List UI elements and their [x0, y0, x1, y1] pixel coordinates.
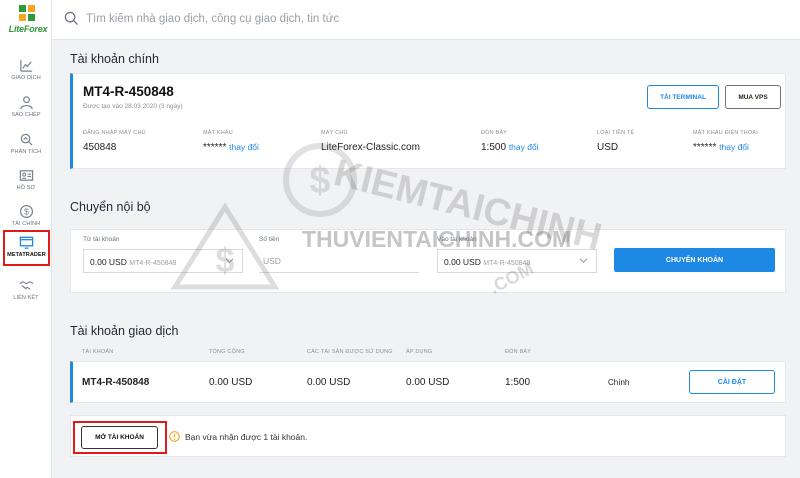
field-value: 450848 [83, 142, 117, 153]
chart-line-icon [19, 59, 32, 72]
monitor-icon [19, 236, 34, 249]
column-header-applied: ÁP DỤNG [406, 349, 433, 355]
logo-mark-icon [19, 5, 35, 21]
from-account-id: MT4-R-450848 [129, 260, 177, 267]
field-phone-password: MẬT KHẨU ĐIỆN THOẠI ****** thay đổi [693, 130, 758, 153]
sidebar-item-label: SAO CHÉP [11, 112, 41, 118]
main-account-card: MT4-R-450848 Được tạo vào 28.03.2020 (3 … [70, 73, 786, 169]
field-value: 1:500 [481, 142, 507, 153]
buy-vps-button[interactable]: MUA VPS [725, 85, 781, 109]
amount-unit: USD [263, 256, 281, 266]
sidebar-item-label: TÀI CHÍNH [11, 221, 41, 227]
column-header-leverage: ĐÒN BẨY [505, 349, 532, 355]
sidebar-item-metatrader[interactable]: METATRADER [3, 230, 50, 266]
chevron-down-icon [225, 258, 234, 264]
main-account-title: Tài khoản chính [70, 52, 159, 66]
top-bar [52, 0, 800, 40]
row-leverage: 1:500 [505, 377, 531, 388]
sidebar-item-label: LIÊN KẾT [13, 295, 39, 301]
dollar-circle-icon: $ [19, 204, 33, 219]
change-phone-password-link[interactable]: thay đổi [719, 142, 749, 152]
row-status: Chính [608, 378, 630, 387]
sidebar: LiteForex GIAO DỊCH SAO CHÉP PHÂN TÍCH H… [0, 0, 52, 478]
change-password-link[interactable]: thay đổi [229, 142, 259, 152]
row-used: 0.00 USD [307, 377, 351, 388]
column-header-total: TỔNG CỘNG [209, 349, 245, 355]
field-label: ĐÒN BẨY [481, 130, 508, 136]
field-value: USD [597, 142, 619, 153]
field-label: MÁY CHỦ [321, 130, 348, 136]
to-account-select[interactable]: 0.00 USD MT4-R-450848 [437, 249, 597, 273]
to-account-label: Vào tài khoản [437, 236, 477, 243]
field-label: LOẠI TIỀN TỆ [597, 130, 635, 136]
sidebar-item-analysis[interactable]: PHÂN TÍCH [0, 132, 52, 166]
sidebar-item-label: PHÂN TÍCH [10, 149, 42, 155]
field-currency: LOẠI TIỀN TỆ USD [597, 130, 634, 153]
logo[interactable]: LiteForex [4, 4, 50, 38]
sidebar-item-copy[interactable]: SAO CHÉP [0, 95, 52, 129]
amount-label: Số tiền [259, 236, 280, 243]
change-leverage-link[interactable]: thay đổi [509, 142, 539, 152]
settings-button[interactable]: CÀI ĐẶT [689, 370, 775, 394]
column-header-account: TÀI KHOẢN [82, 349, 114, 355]
search-icon [64, 11, 79, 26]
from-account-select[interactable]: 0.00 USD MT4-R-450848 [83, 249, 243, 273]
from-account-label: Từ tài khoản [83, 236, 120, 243]
to-account-id: MT4-R-450848 [483, 260, 531, 267]
amount-input[interactable]: USD [259, 249, 419, 273]
sidebar-item-profile[interactable]: HỒ SƠ [0, 168, 52, 202]
field-label: MẬT KHẨU [203, 130, 233, 136]
sidebar-item-label: HỒ SƠ [16, 185, 36, 191]
open-account-card: MỞ TÀI KHOẢN Bạn vừa nhận được 1 tài kho… [70, 415, 786, 457]
transfer-title: Chuyển nội bộ [70, 200, 151, 214]
field-password: MẬT KHẨU ****** thay đổi [203, 130, 259, 153]
field-label: MẬT KHẨU ĐIỆN THOẠI [693, 130, 759, 136]
row-applied: 0.00 USD [406, 377, 450, 388]
account-created-date: Được tạo vào 28.03.2020 (3 ngày) [83, 103, 183, 110]
handshake-icon [19, 281, 33, 290]
chevron-down-icon [579, 258, 588, 264]
open-account-button[interactable]: MỞ TÀI KHOẢN [81, 426, 158, 449]
table-row: MT4-R-450848 0.00 USD 0.00 USD 0.00 USD … [70, 361, 786, 403]
field-leverage: ĐÒN BẨY 1:500 thay đổi [481, 130, 539, 153]
field-label: ĐĂNG NHẬP MÁY CHỦ [83, 130, 146, 136]
logo-text: LiteForex [8, 24, 48, 34]
analytics-icon [20, 133, 33, 146]
download-terminal-button[interactable]: TẢI TERMINAL [647, 85, 719, 109]
sidebar-item-trading[interactable]: GIAO DỊCH [0, 58, 52, 92]
id-card-icon [19, 170, 33, 181]
sidebar-item-affiliate[interactable]: LIÊN KẾT [0, 278, 52, 312]
from-amount: 0.00 USD [90, 257, 127, 267]
field-server-login: ĐĂNG NHẬP MÁY CHỦ 450848 [83, 130, 146, 153]
field-server: MÁY CHỦ LiteForex-Classic.com [321, 130, 420, 153]
trading-accounts-title: Tài khoản giao dịch [70, 324, 179, 338]
field-value: LiteForex-Classic.com [321, 142, 420, 153]
users-icon [19, 96, 33, 110]
transfer-card: Từ tài khoản 0.00 USD MT4-R-450848 Số ti… [70, 229, 786, 293]
transfer-button[interactable]: CHUYỂN KHOẢN [614, 248, 775, 272]
field-value: ****** [203, 142, 227, 153]
row-account: MT4-R-450848 [82, 377, 150, 388]
open-account-notice: Bạn vừa nhận được 1 tài khoản. [185, 432, 308, 442]
svg-text:$: $ [24, 207, 29, 217]
account-id: MT4-R-450848 [83, 84, 174, 99]
field-value: ****** [693, 142, 717, 153]
info-icon [169, 431, 180, 442]
to-amount: 0.00 USD [444, 257, 481, 267]
column-header-used: CÁC TÀI SẢN ĐƯỢC SỬ DỤNG [307, 349, 393, 355]
row-total: 0.00 USD [209, 377, 253, 388]
sidebar-item-label: GIAO DỊCH [11, 75, 41, 81]
search-input[interactable] [86, 8, 646, 30]
sidebar-item-label: METATRADER [7, 252, 46, 258]
